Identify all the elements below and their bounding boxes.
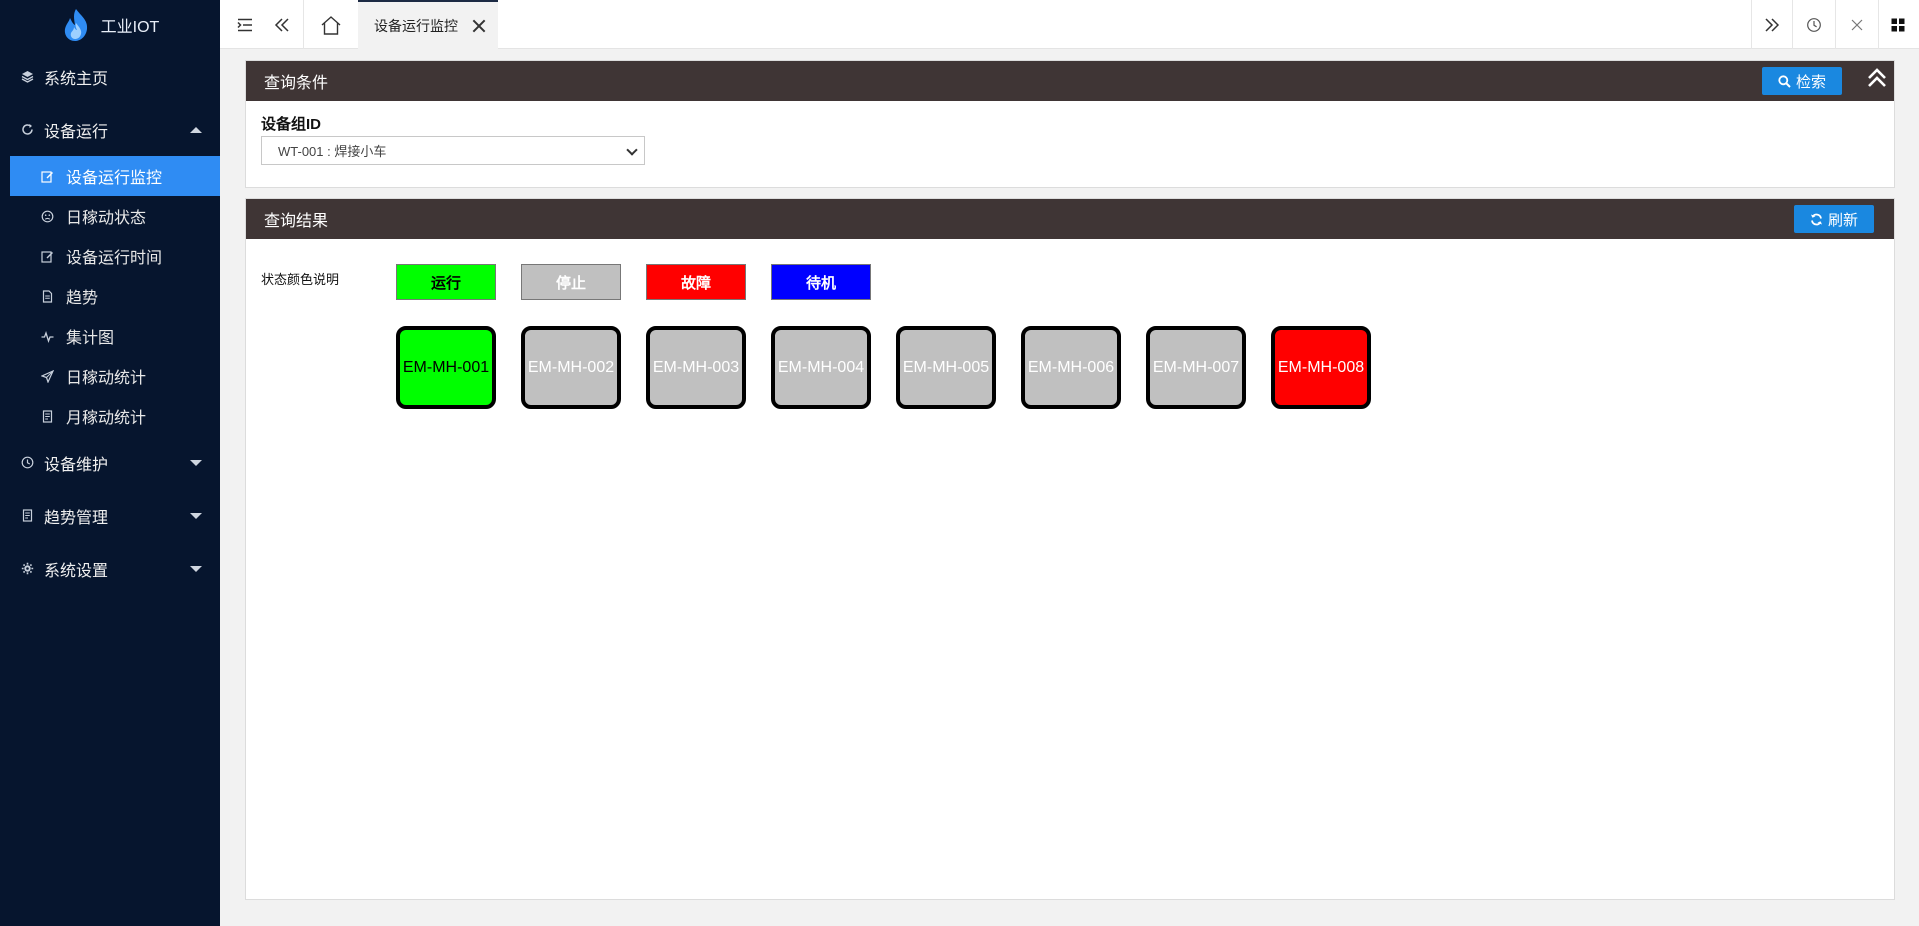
sidebar-item-label: 设备维护 (44, 456, 109, 474)
layers-icon (20, 70, 34, 84)
sidebar-item-equipment-monitor[interactable]: 设备运行监控 (10, 156, 220, 196)
close-all-icon[interactable] (1836, 0, 1878, 49)
history-clock-icon[interactable] (1793, 0, 1835, 49)
sidebar-item-run-time[interactable]: 设备运行时间 (10, 236, 220, 276)
legend-box: 待机 (771, 264, 871, 300)
gear-icon (20, 562, 34, 576)
equipment-group-id-label: 设备组ID (261, 116, 322, 133)
sidebar-item-label: 趋势 (66, 290, 99, 307)
result-panel: 查询结果 刷新 状态颜色说明 运行 停止 故障 待机 EM-MH-001 EM-MH-0… (245, 198, 1895, 900)
sidebar-item-label: 设备运行 (44, 123, 109, 141)
chevron-down-icon (626, 144, 638, 156)
sidebar-item-label: 设备运行时间 (66, 250, 163, 267)
device-tile[interactable]: EM-MH-008 (1271, 326, 1371, 409)
legend-box: 停止 (521, 264, 621, 300)
sidebar-group-trend-mgmt[interactable]: 趋势管理 (0, 489, 220, 542)
home-tab-icon[interactable] (304, 0, 358, 49)
select-value: WT-001 : 焊接小车 (278, 144, 387, 159)
panel-title: 查询条件 (264, 75, 329, 92)
refresh-button[interactable]: 刷新 (1794, 205, 1874, 233)
logo[interactable]: 工业IOT (0, 0, 220, 50)
refresh-button-label: 刷新 (1827, 211, 1858, 229)
caret-up-icon (190, 126, 202, 133)
close-icon[interactable] (472, 19, 486, 33)
file-icon (40, 289, 54, 303)
sidebar-item-monthly-stats[interactable]: 月稼动统计 (10, 396, 220, 436)
device-tile[interactable]: EM-MH-007 (1146, 326, 1246, 409)
device-tile[interactable]: EM-MH-005 (896, 326, 996, 409)
legend-box: 故障 (646, 264, 746, 300)
edit-icon (40, 249, 54, 263)
device-tile[interactable]: EM-MH-004 (771, 326, 871, 409)
doc-icon (40, 409, 54, 423)
sidebar-item-label: 趋势管理 (44, 509, 109, 527)
sidebar-item-label: 日稼动统计 (66, 370, 147, 387)
scroll-tabs-left-icon[interactable] (262, 0, 302, 49)
legend-title: 状态颜色说明 (261, 272, 340, 287)
device-tile[interactable]: EM-MH-002 (521, 326, 621, 409)
tab-label: 设备运行监控 (374, 17, 458, 34)
sidebar-item-daily-status[interactable]: 日稼动状态 (10, 196, 220, 236)
sidebar-item-label: 系统主页 (44, 70, 109, 88)
logo-text: 工业IOT (100, 19, 160, 36)
tab-equipment-monitor[interactable]: 设备运行监控 (358, 0, 498, 49)
refresh-icon (1810, 213, 1822, 225)
device-tile[interactable]: EM-MH-006 (1021, 326, 1121, 409)
edit-icon (40, 169, 54, 183)
pulse-icon (40, 329, 54, 343)
query-panel: 查询条件 检索 设备组ID WT-001 : 焊接小车 (245, 60, 1895, 188)
search-icon (1778, 74, 1791, 88)
sidebar-item-label: 集计图 (66, 330, 115, 347)
sidebar-item-label: 系统设置 (44, 562, 109, 580)
send-icon (40, 369, 54, 383)
query-panel-header: 查询条件 检索 (246, 61, 1894, 101)
top-bar: 设备运行监控 (220, 0, 1919, 49)
sidebar-group-settings[interactable]: 系统设置 (0, 542, 220, 595)
grid-menu-icon[interactable] (1879, 0, 1917, 49)
device-tile[interactable]: EM-MH-003 (646, 326, 746, 409)
sidebar-item-trend[interactable]: 趋势 (10, 276, 220, 316)
sidebar-group-equipment-run[interactable]: 设备运行 (0, 103, 220, 156)
sidebar-submenu: 设备运行监控 日稼动状态 设备运行时间 趋势 集计图 日稼动统计 月稼动统计 (0, 156, 220, 436)
panel-title: 查询结果 (264, 213, 329, 230)
sidebar-item-label: 月稼动统计 (66, 410, 147, 427)
flame-logo-icon (64, 9, 87, 41)
equipment-group-select[interactable]: WT-001 : 焊接小车 (261, 136, 645, 165)
device-tile[interactable]: EM-MH-001 (396, 326, 496, 409)
sidebar-group-maintenance[interactable]: 设备维护 (0, 436, 220, 489)
refresh-icon (20, 123, 34, 137)
sidebar-item-daily-stats[interactable]: 日稼动统计 (10, 356, 220, 396)
scroll-tabs-right-icon[interactable] (1752, 0, 1792, 49)
sidebar-item-label: 日稼动状态 (66, 210, 147, 227)
caret-down-icon (190, 459, 202, 466)
caret-down-icon (190, 565, 202, 572)
sidebar-item-label: 设备运行监控 (66, 170, 163, 187)
caret-down-icon (190, 512, 202, 519)
sidebar: 工业IOT 系统主页 设备运行 设备运行监控 日稼动状态 设备运行时间 趋势 集… (0, 0, 220, 926)
sidebar-item-home[interactable]: 系统主页 (0, 50, 220, 103)
doc-icon (20, 509, 34, 523)
legend-box: 运行 (396, 264, 496, 300)
clock-icon (20, 456, 34, 470)
search-button[interactable]: 检索 (1762, 67, 1842, 95)
search-button-label: 检索 (1795, 73, 1826, 91)
menu-toggle-icon[interactable] (230, 0, 260, 49)
sidebar-item-aggregate-chart[interactable]: 集计图 (10, 316, 220, 356)
result-panel-header: 查询结果 刷新 (246, 199, 1894, 239)
collapse-up-icon[interactable] (1866, 67, 1888, 89)
face-icon (40, 209, 54, 223)
